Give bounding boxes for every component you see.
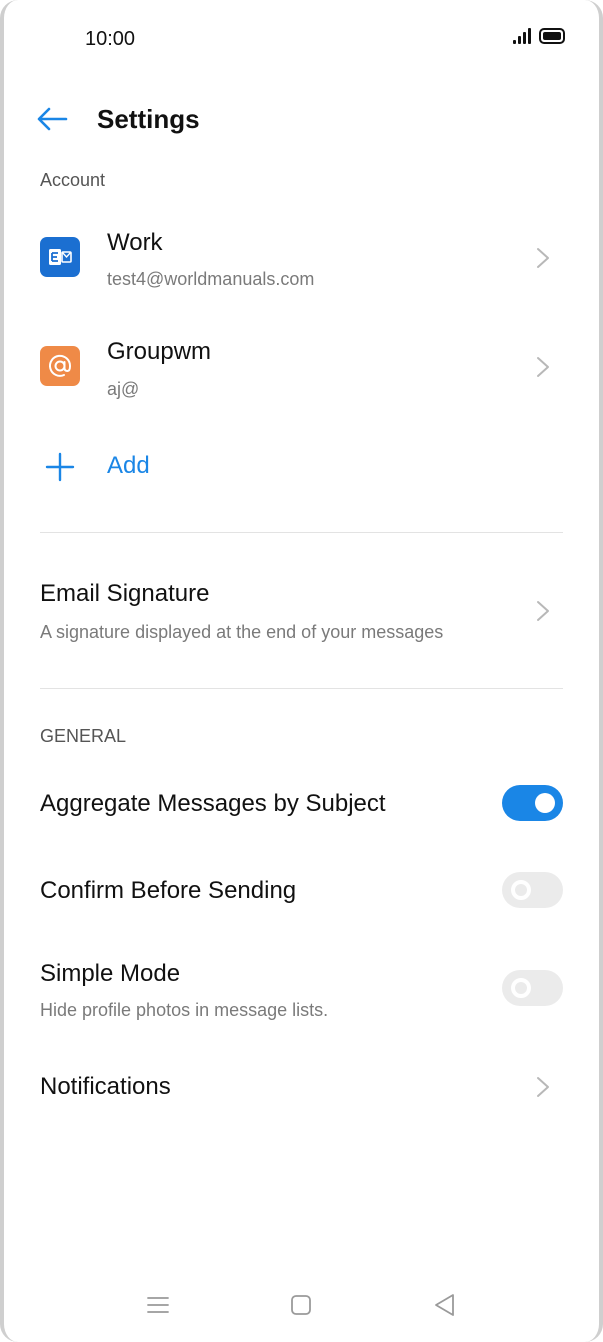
navigation-bar [0,1285,603,1325]
at-sign-icon [40,346,80,386]
account-email: aj@ [107,379,140,399]
aggregate-messages-label: Aggregate Messages by Subject [40,790,386,817]
account-row-groupwm[interactable]: Groupwm aj@ [0,324,603,416]
divider [40,688,563,689]
account-name: Groupwm [107,338,212,365]
account-name: Work [107,229,163,256]
chevron-right-icon [536,600,550,622]
back-arrow-icon[interactable] [36,104,68,134]
general-section-label: GENERAL [40,726,127,746]
account-email: test4@worldmanuals.com [107,269,315,289]
chevron-right-icon [536,356,550,378]
simple-mode-row: Simple Mode Hide profile photos in messa… [0,948,603,1028]
back-triangle-icon[interactable] [431,1291,459,1319]
divider [40,532,563,533]
account-section-label: Account [40,170,106,190]
menu-icon[interactable] [144,1291,172,1319]
battery-icon [539,28,565,44]
account-row-work[interactable]: Work test4@worldmanuals.com [0,214,603,306]
add-account-button[interactable]: Add [0,444,603,490]
aggregate-messages-toggle[interactable] [502,785,563,821]
aggregate-messages-row: Aggregate Messages by Subject [0,776,603,832]
home-icon[interactable] [287,1291,315,1319]
confirm-before-sending-toggle[interactable] [502,872,563,908]
simple-mode-toggle[interactable] [502,970,563,1006]
notifications-row[interactable]: Notifications [0,1058,603,1116]
email-signature-subtitle: A signature displayed at the end of your… [40,622,444,642]
confirm-before-sending-label: Confirm Before Sending [40,877,297,904]
email-signature-row[interactable]: Email Signature A signature displayed at… [0,566,603,656]
signal-icon [513,28,531,44]
chevron-right-icon [536,1076,550,1098]
plus-icon [45,452,75,482]
device-frame [0,0,603,1342]
chevron-right-icon [536,247,550,269]
status-time: 10:00 [85,28,136,50]
add-account-label: Add [107,452,150,479]
notifications-label: Notifications [40,1073,171,1100]
page-title: Settings [97,104,200,134]
email-signature-title: Email Signature [40,580,210,607]
header: Settings [0,96,603,142]
simple-mode-subtitle: Hide profile photos in message lists. [40,1000,329,1020]
exchange-icon [40,237,80,277]
confirm-before-sending-row: Confirm Before Sending [0,864,603,920]
simple-mode-label: Simple Mode [40,960,181,987]
status-icons [513,28,565,44]
